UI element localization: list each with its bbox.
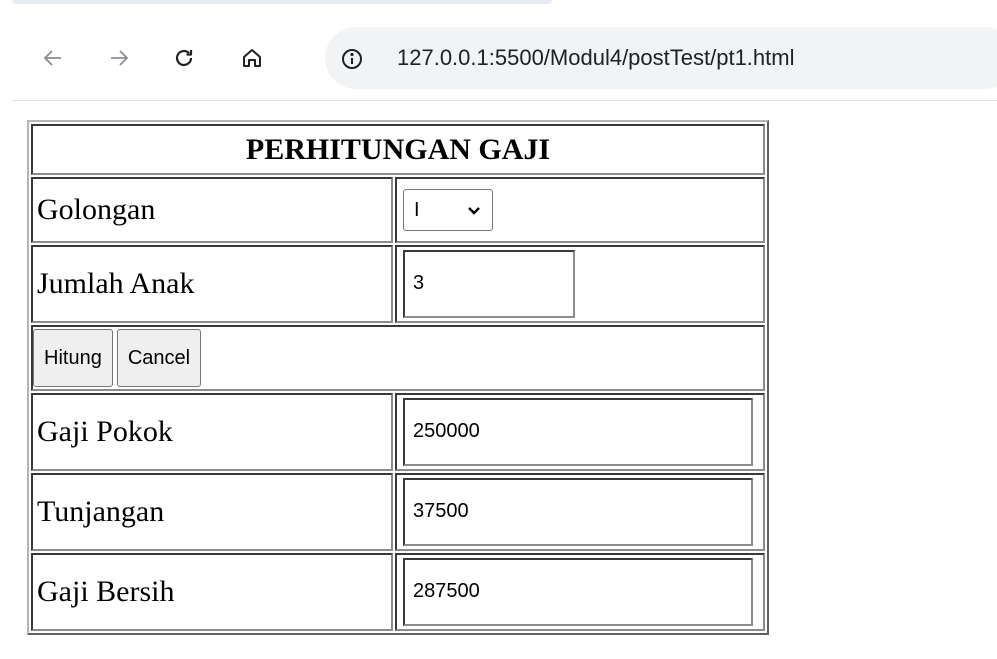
home-button[interactable] [230, 36, 274, 80]
back-button[interactable] [31, 36, 75, 80]
tunjangan-cell: 37500 [395, 473, 765, 551]
gaji-bersih-cell: 287500 [395, 553, 765, 631]
gaji-pokok-label: Gaji Pokok [31, 393, 393, 471]
golongan-select[interactable]: I [403, 189, 493, 231]
hitung-button[interactable]: Hitung [33, 329, 113, 387]
arrow-right-icon [111, 50, 129, 66]
golongan-label: Golongan [31, 177, 393, 243]
browser-toolbar: 127.0.0.1:5500/Modul4/postTest/pt1.html [0, 0, 997, 100]
tunjangan-label: Tunjangan [31, 473, 393, 551]
active-tab-edge [12, 0, 552, 4]
golongan-cell: I [395, 177, 765, 243]
forward-button[interactable] [97, 36, 141, 80]
button-row: Hitung Cancel [31, 325, 765, 391]
chevron-down-icon [468, 207, 480, 215]
jumlah-anak-cell: 3 [395, 245, 765, 323]
jumlah-anak-input[interactable]: 3 [403, 250, 575, 318]
salary-table: PERHITUNGAN GAJI Golongan I Jumlah Anak … [27, 120, 769, 635]
gaji-pokok-cell: 250000 [395, 393, 765, 471]
jumlah-anak-label: Jumlah Anak [31, 245, 393, 323]
toolbar-divider [12, 100, 997, 101]
reload-icon [175, 49, 193, 67]
home-icon [243, 49, 261, 67]
reload-button[interactable] [162, 36, 206, 80]
gaji-pokok-field[interactable]: 250000 [403, 398, 753, 466]
tunjangan-field[interactable]: 37500 [403, 478, 753, 546]
table-title: PERHITUNGAN GAJI [31, 124, 765, 175]
gaji-bersih-field[interactable]: 287500 [403, 558, 753, 626]
cancel-button[interactable]: Cancel [116, 329, 202, 387]
url-text[interactable]: 127.0.0.1:5500/Modul4/postTest/pt1.html [397, 42, 794, 74]
gaji-bersih-label: Gaji Bersih [31, 553, 393, 631]
site-info-icon[interactable] [340, 47, 364, 71]
golongan-selected-value: I [414, 198, 420, 221]
arrow-left-icon [43, 50, 61, 66]
